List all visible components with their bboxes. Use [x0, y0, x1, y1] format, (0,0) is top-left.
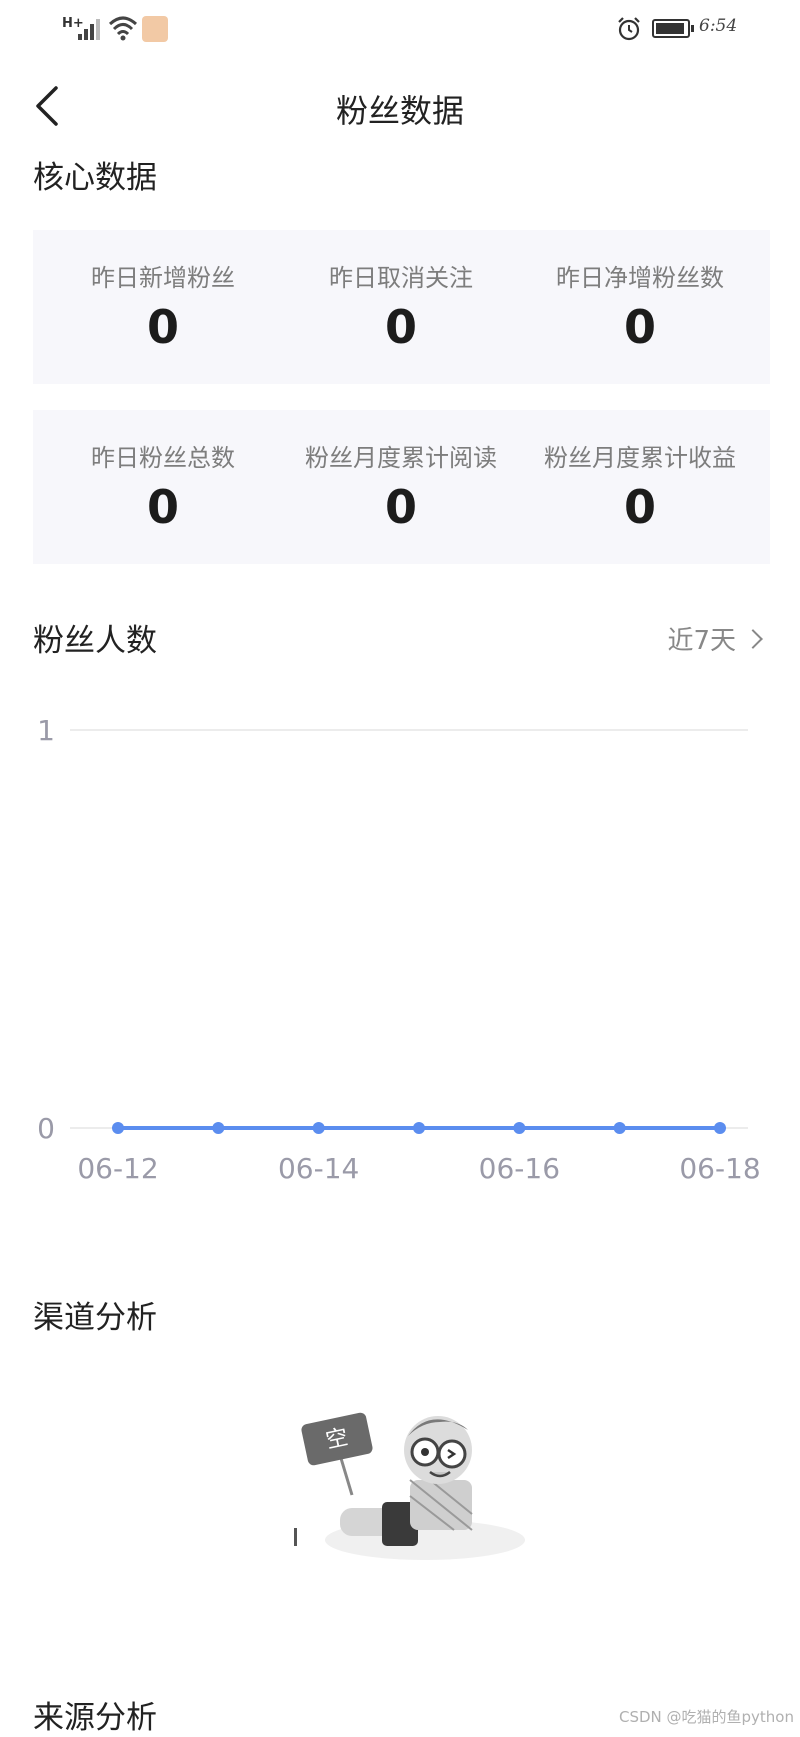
clock: 6:54 [699, 16, 738, 36]
data-point [312, 1122, 325, 1134]
stat-label: 粉丝月度累计阅读 [305, 444, 497, 472]
chevron-right-icon [743, 629, 763, 649]
stat-value: 0 [623, 300, 656, 354]
signal-icon [78, 18, 102, 40]
empty-state-illustration: 空 [294, 1412, 525, 1560]
range-label: 近7天 [667, 626, 736, 656]
data-point [613, 1122, 626, 1134]
stat-label: 昨日粉丝总数 [91, 444, 235, 472]
stat-value: 0 [146, 480, 179, 534]
watermark: CSDN @吃猫的鱼python [618, 1708, 794, 1726]
data-point [413, 1122, 425, 1134]
wifi-icon [108, 16, 138, 41]
nav-bar: 粉丝数据 [0, 70, 800, 140]
y-tick-label: 1 [37, 714, 55, 747]
y-tick-label: 0 [37, 1112, 55, 1145]
status-bar: H+ 6:54 [0, 0, 800, 60]
data-point [513, 1122, 526, 1134]
core-stats-row-2: 昨日粉丝总数 0 粉丝月度累计阅读 0 粉丝月度累计收益 0 [33, 410, 770, 564]
stat-label: 昨日取消关注 [329, 264, 473, 292]
fans-count-title: 粉丝人数 [33, 623, 157, 659]
core-data-title: 核心数据 [33, 160, 157, 196]
stat-label: 粉丝月度累计收益 [544, 444, 736, 472]
alarm-icon [618, 17, 640, 41]
page-title: 粉丝数据 [335, 92, 464, 130]
x-tick-label: 06-12 [77, 1152, 158, 1185]
data-point [212, 1122, 225, 1134]
x-tick-label: 06-18 [679, 1152, 760, 1185]
x-tick-label: 06-16 [479, 1152, 560, 1185]
source-analysis-title: 来源分析 [33, 1700, 157, 1736]
stat-value: 0 [623, 480, 656, 534]
app-avatar-icon [142, 16, 168, 42]
stat-value: 0 [384, 480, 417, 534]
data-point [112, 1122, 124, 1134]
core-stats-row-1: 昨日新增粉丝 0 昨日取消关注 0 昨日净增粉丝数 0 [33, 230, 770, 384]
data-point [714, 1122, 726, 1134]
x-tick-label: 06-14 [278, 1152, 359, 1185]
stat-value: 0 [146, 300, 179, 354]
stat-value: 0 [384, 300, 417, 354]
fans-line-chart: 0 1 06-12 06-14 06-16 06-18 [37, 714, 761, 1185]
channel-analysis-title: 渠道分析 [33, 1300, 157, 1336]
range-selector[interactable]: 近7天 [667, 620, 763, 657]
stat-label: 昨日净增粉丝数 [556, 264, 724, 292]
stat-label: 昨日新增粉丝 [91, 264, 235, 292]
battery-icon [652, 19, 694, 38]
